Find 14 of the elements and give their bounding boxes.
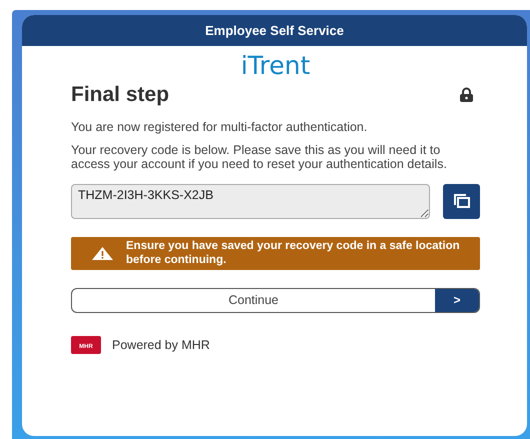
header-title: Employee Self Service <box>205 22 344 40</box>
page-heading: Final step <box>71 82 170 108</box>
copy-button[interactable] <box>443 184 480 218</box>
warning-icon <box>92 246 113 260</box>
copy-icon <box>452 193 470 209</box>
continue-button[interactable]: Continue > <box>71 288 480 312</box>
warning-text: Ensure you have saved your recovery code in a safe location before continuing. <box>126 239 461 267</box>
powered-by-text: Powered by MHR <box>112 336 210 354</box>
itrent-logo: iTrent <box>240 52 310 78</box>
arrow-label: > <box>435 288 479 312</box>
lock-icon <box>458 87 475 102</box>
info-text: You are now registered for multi-factor authentication. <box>71 120 368 134</box>
info-text: Your recovery code is below. Please save this as you will need it to access your account if you need to reset your authentication details. <box>71 142 448 170</box>
recovery-code-field[interactable]: THZM-2I3H-3KKS-X2JB <box>71 184 430 218</box>
